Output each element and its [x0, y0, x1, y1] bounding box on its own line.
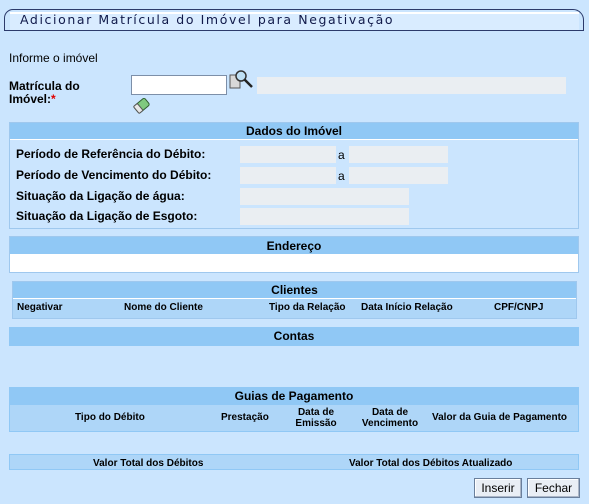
clientes-col-cpf-cnpj: CPF/CNPJ	[494, 302, 544, 313]
endereco-panel: Endereço	[9, 236, 579, 273]
guias-col-tipo-debito: Tipo do Débito	[75, 412, 145, 423]
guias-header: Guias de Pagamento	[10, 388, 578, 405]
clientes-col-data-inicio: Data Início Relação	[361, 302, 453, 313]
inserir-button[interactable]: Inserir	[474, 478, 522, 498]
referencia-separator: a	[338, 148, 345, 162]
vencimento-inicio-field	[240, 167, 336, 184]
imovel-descricao-field	[257, 77, 566, 94]
endereco-header: Endereço	[10, 237, 578, 255]
referencia-inicio-field	[240, 146, 336, 163]
clientes-col-tipo-relacao: Tipo da Relação	[269, 302, 346, 313]
eraser-icon[interactable]	[132, 96, 152, 116]
fechar-button[interactable]: Fechar	[527, 478, 580, 498]
vencimento-fim-field	[349, 167, 448, 184]
clientes-header: Clientes	[13, 282, 576, 299]
info-label: Informe o imóvel	[9, 51, 98, 65]
guias-col-prestacao: Prestação	[221, 412, 269, 423]
dados-imovel-header: Dados do Imóvel	[10, 123, 578, 140]
referencia-fim-field	[349, 146, 448, 163]
periodo-referencia-label: Período de Referência do Débito:	[16, 147, 206, 161]
dialog-window: Adicionar Matrícula do Imóvel para Negat…	[0, 0, 589, 504]
contas-header: Contas	[10, 328, 578, 345]
periodo-vencimento-label: Período de Vencimento do Débito:	[16, 168, 212, 182]
matricula-label-line1: Matrícula do	[9, 79, 80, 93]
contas-panel: Contas	[9, 327, 579, 346]
guias-col-data-emissao: Data de Emissão	[295, 407, 337, 429]
situacao-esgoto-label: Situação da Ligação de Esgoto:	[16, 209, 198, 223]
matricula-input[interactable]	[131, 75, 227, 95]
required-mark: *	[51, 92, 56, 106]
vencimento-separator: a	[338, 169, 345, 183]
clientes-panel: Clientes	[12, 281, 577, 319]
valor-total-label: Valor Total dos Débitos	[93, 458, 204, 469]
window-title: Adicionar Matrícula do Imóvel para Negat…	[20, 12, 395, 27]
situacao-esgoto-field	[240, 208, 409, 225]
clientes-col-negativar: Negativar	[17, 302, 63, 313]
situacao-agua-field	[240, 188, 409, 205]
situacao-agua-label: Situação da Ligação de água:	[16, 189, 185, 203]
guias-col-valor-guia: Valor da Guia de Pagamento	[432, 412, 568, 423]
valor-total-atualizado-label: Valor Total dos Débitos Atualizado	[349, 458, 513, 469]
endereco-value	[10, 255, 578, 272]
matricula-label-line2: Imóvel:	[9, 92, 52, 106]
guias-col-data-vencimento: Data de Vencimento	[361, 407, 419, 429]
search-icon[interactable]	[229, 69, 255, 91]
clientes-col-nome: Nome do Cliente	[124, 302, 203, 313]
